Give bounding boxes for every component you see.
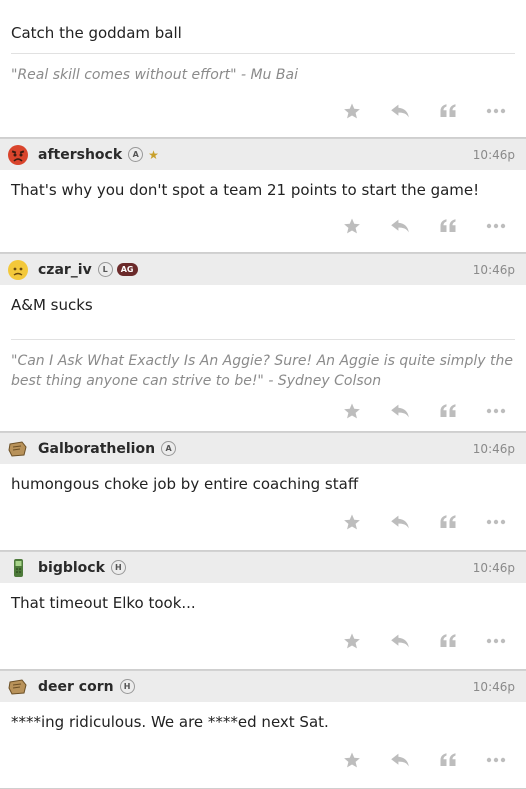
more-icon[interactable] [486, 401, 506, 421]
quote-icon[interactable] [438, 631, 458, 651]
scroll-icon [7, 438, 29, 460]
more-icon[interactable] [486, 216, 506, 236]
star-badge-icon: ★ [148, 147, 159, 162]
post-feed: Catch the goddam ball "Real skill comes … [0, 0, 526, 789]
timestamp: 10:46p [472, 560, 515, 575]
more-icon[interactable] [486, 512, 506, 532]
post: aftershock A ★ 10:46p That's why you don… [0, 138, 526, 253]
more-icon[interactable] [486, 101, 506, 121]
post: czar_iv L AG 10:46p A&M sucks "Can I Ask… [0, 253, 526, 432]
post-actions [0, 613, 526, 669]
post-header: bigblock H 10:46p [0, 551, 526, 583]
post-body: That's why you don't spot a team 21 poin… [11, 181, 480, 199]
quote-icon[interactable] [438, 512, 458, 532]
timestamp: 10:46p [472, 679, 515, 694]
post-body: That timeout Elko took... [11, 594, 196, 612]
team-tag: AG [116, 263, 138, 276]
timestamp: 10:46p [472, 262, 515, 277]
star-icon[interactable] [342, 750, 362, 770]
quote-icon[interactable] [438, 216, 458, 236]
quote-icon[interactable] [438, 401, 458, 421]
post-signature: "Can I Ask What Exactly Is An Aggie? Sur… [11, 339, 515, 391]
quote-icon[interactable] [438, 101, 458, 121]
reply-icon[interactable] [390, 401, 410, 421]
quote-icon[interactable] [438, 750, 458, 770]
post-signature: "Real skill comes without effort" - Mu B… [11, 53, 515, 85]
scroll-icon [7, 676, 29, 698]
post-body: ****ing ridiculous. We are ****ed next S… [11, 713, 329, 731]
angry-face-icon [7, 144, 29, 166]
post-header: Galborathelion A 10:46p [0, 432, 526, 464]
post-actions [0, 391, 526, 431]
post-header: czar_iv L AG 10:46p [0, 253, 526, 285]
post-actions [0, 85, 526, 137]
post: Galborathelion A 10:46p humongous choke … [0, 432, 526, 551]
post-body: humongous choke job by entire coaching s… [11, 475, 359, 493]
badge: A [128, 147, 144, 162]
reply-icon[interactable] [390, 101, 410, 121]
worried-face-icon [7, 259, 29, 281]
username[interactable]: bigblock [38, 560, 105, 576]
username[interactable]: Galborathelion [38, 441, 155, 457]
more-icon[interactable] [486, 750, 506, 770]
timestamp: 10:46p [472, 147, 515, 162]
star-icon[interactable] [342, 512, 362, 532]
post-actions [0, 200, 526, 252]
reply-icon[interactable] [390, 750, 410, 770]
post: Catch the goddam ball "Real skill comes … [0, 0, 526, 138]
post: deer corn H 10:46p ****ing ridiculous. W… [0, 670, 526, 789]
post-body: A&M sucks [11, 296, 93, 314]
star-icon[interactable] [342, 631, 362, 651]
reply-icon[interactable] [390, 631, 410, 651]
badge: H [110, 560, 126, 575]
post-actions [0, 732, 526, 788]
badge: A [161, 441, 177, 456]
username[interactable]: deer corn [38, 679, 114, 695]
reply-icon[interactable] [390, 512, 410, 532]
post-header: aftershock A ★ 10:46p [0, 138, 526, 170]
username[interactable]: czar_iv [38, 262, 92, 278]
post-actions [0, 494, 526, 550]
timestamp: 10:46p [472, 441, 515, 456]
star-icon[interactable] [342, 216, 362, 236]
star-icon[interactable] [342, 401, 362, 421]
post: bigblock H 10:46p That timeout Elko took… [0, 551, 526, 670]
reply-icon[interactable] [390, 216, 410, 236]
badge: H [119, 679, 135, 694]
badge: L [97, 262, 113, 277]
post-header: deer corn H 10:46p [0, 670, 526, 702]
post-body: Catch the goddam ball [11, 24, 182, 42]
username[interactable]: aftershock [38, 147, 122, 163]
phone-icon [7, 557, 29, 579]
star-icon[interactable] [342, 101, 362, 121]
more-icon[interactable] [486, 631, 506, 651]
